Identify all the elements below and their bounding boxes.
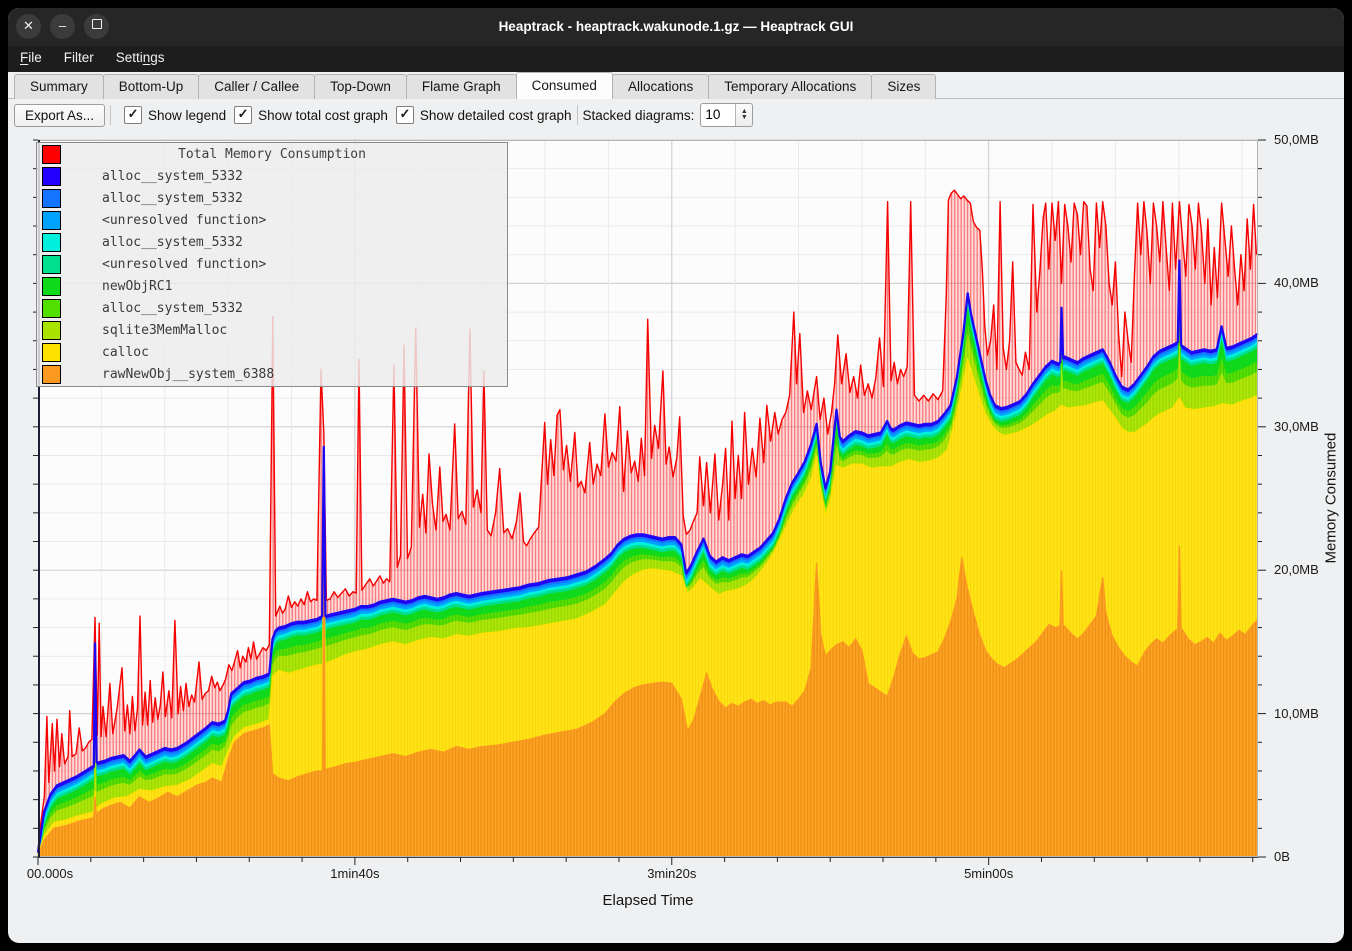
y-axis-tick-label: 20,0MB bbox=[1274, 562, 1319, 577]
titlebar: ✕ – Heaptrack - heaptrack.wakunode.1.gz … bbox=[8, 8, 1344, 46]
toolbar: Export As... ✓ Show legend ✓ Show total cos… bbox=[8, 100, 1344, 130]
x-axis-title: Elapsed Time bbox=[603, 892, 694, 909]
tab-flame-graph[interactable]: Flame Graph bbox=[406, 74, 517, 99]
y-axis-title: Memory Consumed bbox=[1323, 434, 1340, 564]
checkbox-show-total-cost-graph[interactable]: ✓ Show total cost graph bbox=[234, 106, 388, 124]
legend-label: calloc bbox=[102, 345, 149, 360]
x-axis-tick-label: 1min40s bbox=[330, 866, 379, 881]
legend-label: alloc__system_5332 bbox=[102, 191, 243, 206]
legend-label: newObjRC1 bbox=[102, 279, 172, 294]
tab-summary[interactable]: Summary bbox=[14, 74, 104, 99]
legend-item: newObjRC1 bbox=[37, 276, 507, 298]
spinner-down-icon[interactable]: ▼ bbox=[741, 115, 748, 121]
chart-legend: Total Memory Consumption alloc__system_53… bbox=[36, 142, 508, 387]
y-axis-tick-label: 30,0MB bbox=[1274, 419, 1319, 434]
legend-item: <unresolved function> bbox=[37, 253, 507, 275]
legend-label: sqlite3MemMalloc bbox=[102, 323, 227, 338]
legend-item: <unresolved function> bbox=[37, 209, 507, 231]
y-axis-tick-label: 0B bbox=[1274, 849, 1290, 864]
legend-label: alloc__system_5332 bbox=[102, 169, 243, 184]
stacked-diagrams-value: 10 bbox=[701, 104, 735, 126]
y-axis-tick-label: 50,0MB bbox=[1274, 132, 1319, 147]
tab-allocations[interactable]: Allocations bbox=[612, 74, 709, 99]
x-axis-tick-label: 00.000s bbox=[27, 866, 73, 881]
checkbox-label: Show legend bbox=[148, 108, 226, 123]
y-axis-tick-label: 40,0MB bbox=[1274, 275, 1319, 290]
checkmark-icon: ✓ bbox=[396, 106, 414, 124]
legend-item: alloc__system_5332 bbox=[37, 187, 507, 209]
tab-consumed[interactable]: Consumed bbox=[516, 72, 613, 99]
legend-swatch-icon bbox=[42, 343, 61, 362]
legend-swatch-icon bbox=[42, 321, 61, 340]
legend-swatch-icon bbox=[42, 189, 61, 208]
menu-item-filter[interactable]: Filter bbox=[54, 46, 104, 69]
legend-item: sqlite3MemMalloc bbox=[37, 320, 507, 342]
legend-title: Total Memory Consumption bbox=[37, 147, 507, 162]
checkbox-show-legend[interactable]: ✓ Show legend bbox=[124, 106, 226, 124]
window-title: Heaptrack - heaptrack.wakunode.1.gz — He… bbox=[8, 8, 1344, 46]
legend-label: rawNewObj__system_6388 bbox=[102, 367, 274, 382]
legend-label: <unresolved function> bbox=[102, 257, 266, 272]
checkmark-icon: ✓ bbox=[124, 106, 142, 124]
legend-swatch-icon bbox=[42, 255, 61, 274]
checkbox-label: Show detailed cost graph bbox=[420, 108, 572, 123]
legend-swatch-icon bbox=[42, 211, 61, 230]
menu-item-file[interactable]: File bbox=[10, 46, 52, 69]
menu-item-settings[interactable]: Settings bbox=[106, 46, 175, 69]
x-axis-tick-label: 5min00s bbox=[964, 866, 1013, 881]
app-window: ✕ – Heaptrack - heaptrack.wakunode.1.gz … bbox=[8, 8, 1344, 943]
stacked-diagrams-stepper[interactable]: 10 ▲ ▼ bbox=[700, 103, 753, 127]
tab-bar: SummaryBottom-UpCaller / CalleeTop-DownF… bbox=[8, 72, 1344, 99]
menubar: FileFilterSettings bbox=[8, 46, 1344, 72]
tab-temporary-allocations[interactable]: Temporary Allocations bbox=[708, 74, 872, 99]
tab-top-down[interactable]: Top-Down bbox=[314, 74, 407, 99]
legend-item: alloc__system_5332 bbox=[37, 298, 507, 320]
stacked-diagrams-label: Stacked diagrams: bbox=[583, 108, 695, 123]
legend-swatch-icon bbox=[42, 277, 61, 296]
x-axis-tick-label: 3min20s bbox=[647, 866, 696, 881]
y-axis-tick-label: 10,0MB bbox=[1274, 706, 1319, 721]
checkbox-label: Show total cost graph bbox=[258, 108, 388, 123]
toolbar-separator bbox=[577, 105, 578, 125]
legend-item: alloc__system_5332 bbox=[37, 231, 507, 253]
checkmark-icon: ✓ bbox=[234, 106, 252, 124]
export-as-button[interactable]: Export As... bbox=[14, 104, 105, 127]
checkbox-show-detailed-cost-graph[interactable]: ✓ Show detailed cost graph bbox=[396, 106, 572, 124]
tab-sizes[interactable]: Sizes bbox=[871, 74, 936, 99]
legend-item: calloc bbox=[37, 342, 507, 364]
legend-label: alloc__system_5332 bbox=[102, 301, 243, 316]
legend-item: alloc__system_5332 bbox=[37, 165, 507, 187]
legend-swatch-icon bbox=[42, 365, 61, 384]
legend-swatch-icon bbox=[42, 167, 61, 186]
tab-bottom-up[interactable]: Bottom-Up bbox=[103, 74, 200, 99]
legend-label: <unresolved function> bbox=[102, 213, 266, 228]
legend-item: rawNewObj__system_6388 bbox=[37, 364, 507, 386]
legend-item: Total Memory Consumption bbox=[37, 143, 507, 165]
memory-consumption-chart[interactable]: Total Memory Consumption alloc__system_53… bbox=[38, 140, 1258, 857]
toolbar-separator bbox=[110, 105, 111, 125]
legend-swatch-icon bbox=[42, 299, 61, 318]
legend-swatch-icon bbox=[42, 233, 61, 252]
tab-caller-callee[interactable]: Caller / Callee bbox=[198, 74, 315, 99]
legend-label: alloc__system_5332 bbox=[102, 235, 243, 250]
